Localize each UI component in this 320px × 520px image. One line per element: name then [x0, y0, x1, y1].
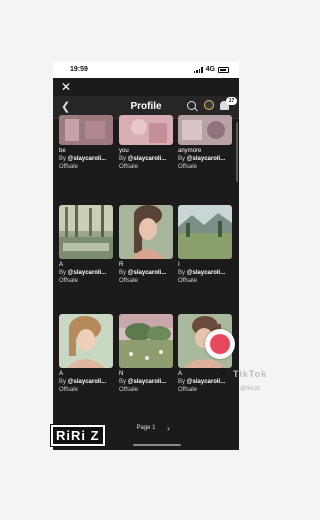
tiktok-username: @riri.zz: [240, 386, 261, 392]
item-thumbnail[interactable]: [119, 314, 173, 368]
item-card[interactable]: you By @slaycaroli... Offsale: [119, 105, 173, 171]
item-price: Offsale: [59, 387, 78, 393]
item-caption: A: [59, 262, 64, 268]
item-thumbnail[interactable]: [59, 314, 113, 368]
item-caption: anymore: [178, 148, 202, 154]
next-page-icon[interactable]: ›: [167, 425, 170, 433]
thumbnail-art: [119, 115, 173, 145]
item-thumbnail[interactable]: [119, 115, 173, 145]
item-creator: By @slaycaroli...: [119, 379, 167, 385]
item-card[interactable]: anymore By @slaycaroli... Offsale: [178, 105, 232, 171]
item-price: Offsale: [119, 164, 138, 170]
status-time: 19:59: [70, 66, 88, 73]
item-card[interactable]: be By @slaycaroli... Offsale: [59, 105, 113, 171]
item-caption: A: [59, 371, 64, 377]
signal-icon: [193, 66, 203, 73]
thumbnail-art: [119, 205, 173, 259]
item-card[interactable]: R By @slaycaroli... Offsale: [119, 205, 173, 285]
network-label: 4G: [205, 66, 215, 73]
item-creator: By @slaycaroli...: [119, 270, 167, 276]
thumbnail-art: [119, 314, 173, 368]
item-thumbnail[interactable]: [119, 205, 173, 259]
phone-screen: 19:59 4G ✕ ❮ Profile 17 be By @slaycarol…: [53, 62, 239, 450]
name-sticker: RiRi Z: [50, 424, 106, 447]
status-icons: 4G: [193, 66, 229, 73]
item-thumbnail[interactable]: [178, 205, 232, 259]
item-caption: R: [119, 262, 124, 268]
close-icon[interactable]: ✕: [61, 80, 71, 94]
item-price: Offsale: [59, 164, 78, 170]
battery-icon: [218, 66, 229, 73]
item-creator: By @slaycaroli...: [178, 270, 226, 276]
tiktok-watermark: TikTok: [233, 369, 268, 379]
tiktok-logo-icon: ♪: [219, 362, 226, 378]
thumbnail-art: [59, 205, 113, 259]
thumbnail-art: [178, 115, 232, 145]
item-price: Offsale: [119, 278, 138, 284]
thumbnail-art: [178, 205, 232, 259]
item-caption: be: [59, 148, 66, 154]
scrollbar[interactable]: [236, 122, 238, 182]
item-creator: By @slaycaroli...: [119, 156, 167, 162]
item-price: Offsale: [119, 387, 138, 393]
item-card[interactable]: I By @slaycaroli... Offsale: [178, 205, 232, 285]
item-caption: you: [119, 148, 129, 154]
top-bar: ✕: [53, 78, 239, 96]
item-thumbnail[interactable]: [59, 115, 113, 145]
item-caption: N: [119, 371, 124, 377]
item-price: Offsale: [59, 278, 78, 284]
item-card[interactable]: N By @slaycaroli... Offsale: [119, 314, 173, 394]
record-button[interactable]: [205, 329, 235, 359]
thumbnail-art: [59, 115, 113, 145]
item-creator: By @slaycaroli...: [178, 156, 226, 162]
notification-badge: 17: [226, 97, 237, 105]
item-creator: By @slaycaroli...: [59, 156, 107, 162]
home-indicator[interactable]: [133, 444, 181, 446]
item-card[interactable]: A By @slaycaroli... Offsale: [59, 314, 113, 394]
item-grid: be By @slaycaroli... Offsale you By @sla…: [53, 115, 239, 450]
page-label: Page 1: [136, 425, 156, 431]
item-creator: By @slaycaroli...: [178, 379, 226, 385]
item-thumbnail[interactable]: [178, 115, 232, 145]
item-price: Offsale: [178, 387, 197, 393]
item-price: Offsale: [178, 164, 197, 170]
item-price: Offsale: [178, 278, 197, 284]
item-thumbnail[interactable]: [59, 205, 113, 259]
status-bar: 19:59 4G: [53, 62, 239, 78]
item-creator: By @slaycaroli...: [59, 270, 107, 276]
item-card[interactable]: A By @slaycaroli... Offsale: [59, 205, 113, 285]
item-creator: By @slaycaroli...: [59, 379, 107, 385]
thumbnail-art: [59, 314, 113, 368]
item-caption: I: [178, 262, 180, 268]
